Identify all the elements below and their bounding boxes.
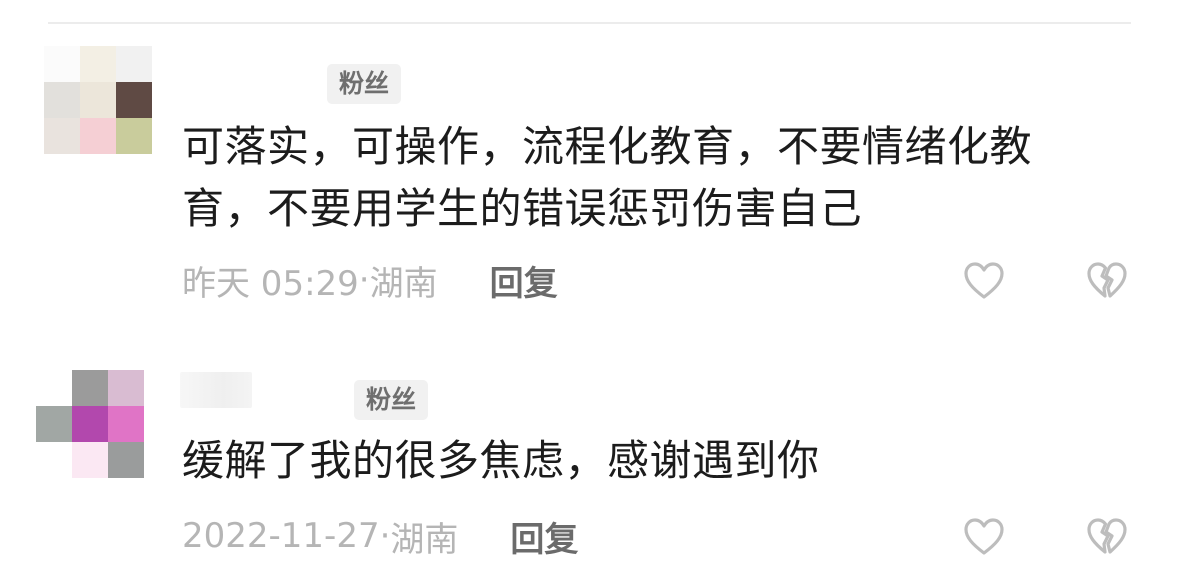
- username-blurred[interactable]: [182, 64, 314, 100]
- heart-outline-icon[interactable]: [962, 259, 1006, 303]
- comment-location: 湖南: [390, 519, 459, 560]
- avatar[interactable]: [44, 46, 152, 154]
- username-blurred[interactable]: [180, 372, 252, 408]
- comment-time: 昨天 05:29: [182, 263, 359, 304]
- comment-text: 缓解了我的很多焦虑，感谢遇到你: [182, 436, 820, 485]
- meta-separator: ·: [379, 516, 391, 556]
- comment-time: 2022-11-27: [182, 516, 380, 556]
- heart-outline-icon[interactable]: [962, 515, 1006, 559]
- comment-text: 可落实，可操作，流程化教育，不要情绪化教育，不要用学生的错误惩罚伤害自己: [182, 122, 1033, 233]
- comment-item: 粉丝 可落实，可操作，流程化教育，不要情绪化教育，不要用学生的错误惩罚伤害自己 …: [0, 0, 1179, 330]
- fan-badge: 粉丝: [354, 380, 429, 420]
- broken-heart-outline-icon[interactable]: [1085, 259, 1129, 303]
- broken-heart-outline-icon[interactable]: [1085, 515, 1129, 559]
- comment-item: 粉丝 缓解了我的很多焦虑，感谢遇到你 2022-11-27 · 湖南 回复: [0, 360, 1179, 586]
- comment-meta: 2022-11-27 · 湖南 回复: [182, 512, 578, 561]
- avatar[interactable]: [36, 370, 144, 478]
- meta-separator: ·: [358, 260, 370, 300]
- reply-button[interactable]: 回复: [490, 256, 558, 305]
- fan-badge: 粉丝: [327, 64, 402, 104]
- comment-location: 湖南: [369, 263, 438, 304]
- reply-button[interactable]: 回复: [510, 512, 578, 561]
- comment-meta: 昨天 05:29 · 湖南 回复: [182, 256, 558, 305]
